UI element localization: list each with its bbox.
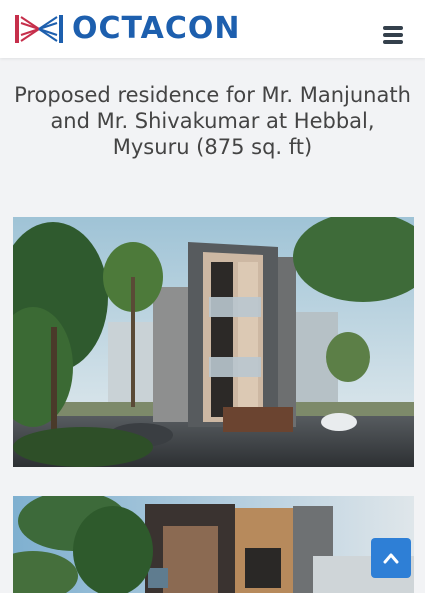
chevron-up-icon	[383, 553, 399, 564]
project-image-1[interactable]	[13, 217, 414, 467]
scroll-to-top-button[interactable]	[371, 538, 411, 578]
hamburger-menu-icon[interactable]	[383, 26, 403, 44]
project-image-2[interactable]	[13, 496, 414, 593]
site-header: OCTACON	[0, 0, 425, 58]
rendering-residence-second-view	[13, 496, 414, 593]
rendering-residence-front-view	[13, 217, 414, 467]
octacon-logo-mark-icon	[15, 15, 63, 43]
brand-logo[interactable]: OCTACON	[14, 12, 241, 46]
project-title: Proposed residence for Mr. Manjunath and…	[14, 83, 411, 159]
brand-name: OCTACON	[72, 11, 241, 46]
